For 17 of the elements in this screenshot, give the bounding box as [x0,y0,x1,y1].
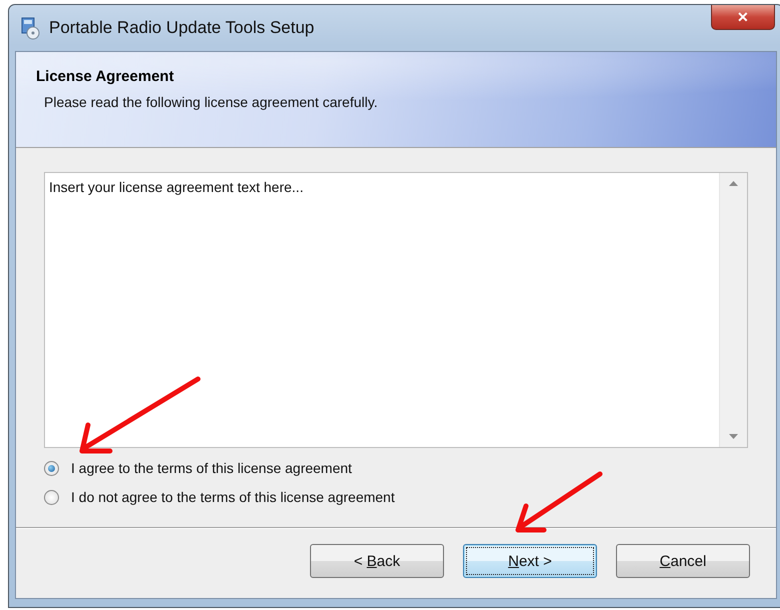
radio-label[interactable]: I agree to the terms of this license agreement [71,460,352,476]
wizard-button[interactable]: < Back [310,544,444,578]
scroll-up-icon[interactable] [729,181,738,186]
scroll-down-icon[interactable] [729,434,738,439]
window-title: Portable Radio Update Tools Setup [49,18,314,38]
close-button[interactable]: ✕ [711,5,775,30]
setup-icon [19,16,41,40]
license-text: Insert your license agreement text here... [49,179,304,195]
section-title: License Agreement [36,68,175,85]
wizard-button[interactable]: Cancel [616,544,750,578]
radio-button[interactable] [44,460,59,476]
radio-button[interactable] [44,490,59,504]
scrollbar[interactable] [719,173,747,447]
radio-label[interactable]: I do not agree to the terms of this license agreement [71,489,395,505]
license-text-box[interactable]: Insert your license agreement text here... [44,172,748,448]
wizard-button[interactable]: Next > [463,544,597,578]
section-subtitle: Please read the following license agreement carefully. [44,94,378,110]
